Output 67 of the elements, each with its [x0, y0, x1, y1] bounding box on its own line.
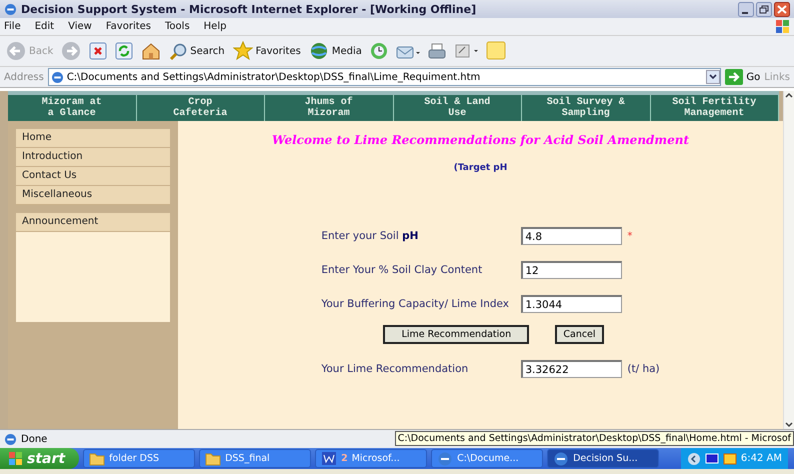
edit-icon	[454, 42, 478, 60]
menu-item[interactable]: Edit	[34, 21, 54, 32]
favorites-button[interactable]: Favorites	[232, 41, 301, 61]
word-icon	[321, 451, 338, 466]
dropdown-icon[interactable]	[706, 70, 720, 84]
search-button[interactable]: Search	[169, 42, 225, 60]
clock: 6:42 AM	[740, 453, 782, 464]
sidebar-item[interactable]: Introduction	[16, 148, 170, 167]
close-button[interactable]	[774, 2, 790, 16]
input-field[interactable]: 1.3044	[521, 295, 622, 313]
field-label: Your Buffering Capacity/ Lime Index	[321, 298, 510, 310]
taskbar-button[interactable]: 2 Microsof...	[315, 449, 428, 468]
stop-icon	[89, 42, 108, 60]
menu-item[interactable]: Tools	[165, 21, 190, 32]
note-icon	[486, 41, 506, 61]
taskbar-button[interactable]: folder DSS	[83, 449, 196, 468]
menu-item[interactable]: File	[4, 21, 21, 32]
folder-icon	[205, 451, 222, 466]
home-button[interactable]	[141, 41, 162, 61]
refresh-button[interactable]	[115, 42, 134, 60]
field-label: Enter Your % Soil Clay Content	[321, 264, 484, 276]
input-field[interactable]: 12	[521, 261, 622, 279]
unit-label: (t/ ha)	[626, 363, 660, 375]
go-button[interactable]: Go	[725, 69, 760, 85]
refresh-icon	[115, 42, 134, 60]
subheading: (Target pH	[454, 163, 508, 173]
address-field[interactable]: C:\Documents and Settings\Administrator\Desktop\DSS_final\Lime_Requiment.htm	[48, 68, 722, 86]
windows-logo-icon	[8, 451, 23, 466]
print-button[interactable]	[428, 42, 446, 60]
page-heading: Welcome to Lime Recommendations for Acid Soil Amendment	[272, 133, 690, 147]
taskbar-button[interactable]: DSS_final	[199, 449, 312, 468]
home-icon	[141, 41, 162, 61]
minimize-button[interactable]	[738, 2, 754, 16]
taskbar-button[interactable]: Decision Su...	[547, 449, 660, 468]
star-icon	[232, 41, 253, 61]
sidebar-item[interactable]: Miscellaneous	[16, 186, 170, 205]
search-icon	[169, 42, 188, 60]
tooltip: C:\Documents and Settings\Administrator\Desktop\DSS_final\Home.html - Microsof	[394, 431, 794, 446]
printer-icon	[428, 42, 446, 60]
announcement-header: Announcement	[16, 213, 170, 232]
taskbar-button[interactable]: C:\Docume...	[431, 449, 544, 468]
history-icon	[370, 42, 388, 60]
window-title: Decision Support System - Microsoft Internet Explorer - [Working Offline]	[21, 2, 478, 16]
status-text: Done	[21, 434, 48, 444]
input-field[interactable]: 4.8	[521, 227, 622, 245]
field-label: Enter your Soil pH	[321, 230, 420, 242]
lime-recommendation-button[interactable]: Lime Recommendation	[383, 325, 530, 344]
sidebar-item[interactable]: Contact Us	[16, 167, 170, 186]
stop-button[interactable]	[89, 42, 108, 60]
globe-icon	[308, 41, 329, 61]
scrollbar[interactable]	[783, 91, 794, 429]
cancel-button[interactable]: Cancel	[555, 325, 604, 344]
monitor-icon[interactable]	[704, 452, 719, 466]
history-button[interactable]	[370, 42, 388, 60]
sidebar-item[interactable]: Home	[16, 129, 170, 148]
edit-button[interactable]	[454, 42, 478, 60]
restore-button[interactable]	[756, 2, 772, 16]
menu-item[interactable]: Favorites	[106, 21, 152, 32]
folder-icon	[89, 451, 106, 466]
windows-logo-icon	[775, 19, 790, 34]
address-label: Address	[4, 72, 44, 82]
result-field[interactable]: 3.32622	[521, 360, 622, 378]
media-button[interactable]: Media	[308, 41, 362, 61]
menu-item[interactable]: View	[68, 21, 92, 32]
required-mark: *	[626, 230, 634, 242]
menu-item[interactable]: Help	[204, 21, 226, 32]
result-label: Your Lime Recommendation	[321, 363, 470, 375]
